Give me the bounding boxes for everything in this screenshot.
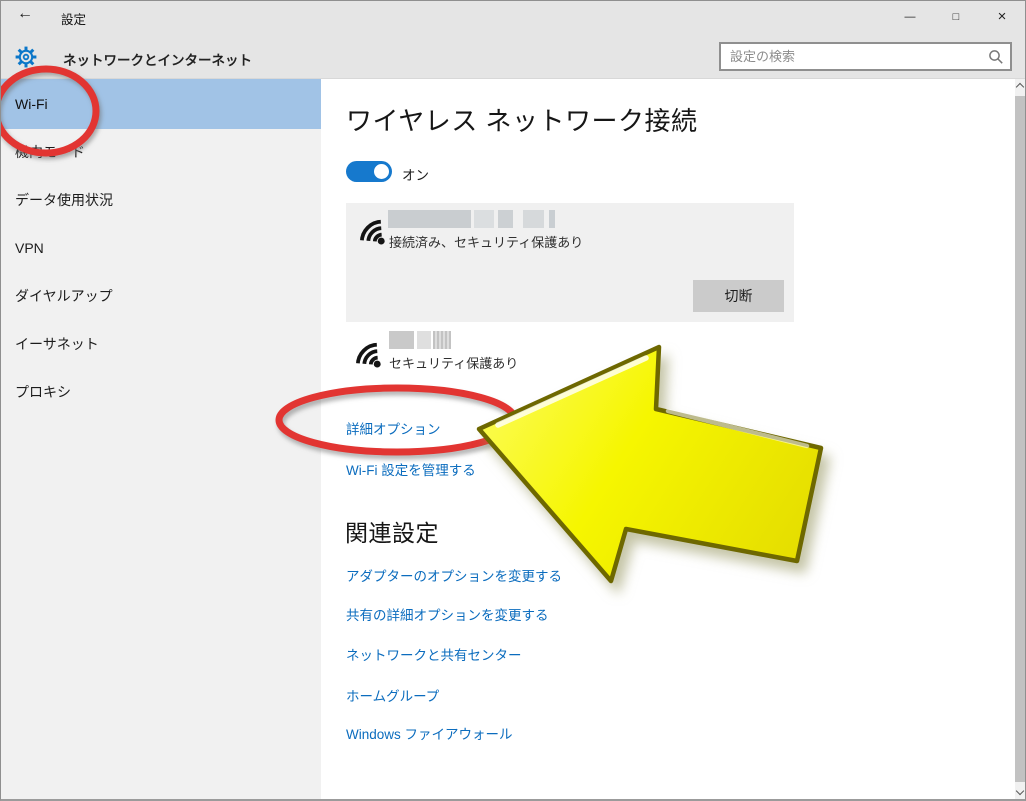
gear-icon xyxy=(15,46,37,68)
sidebar-item-data-usage[interactable]: データ使用状況 xyxy=(15,192,113,209)
page-title: ワイヤレス ネットワーク接続 xyxy=(346,106,698,136)
settings-window: ← 設定 — □ × ネットワークとインターネット 設定の検索 Wi-Fi 機内… xyxy=(0,0,1026,801)
network-status: 接続済み、セキュリティ保護あり xyxy=(389,235,584,250)
wifi-toggle[interactable] xyxy=(346,161,392,182)
network-status: セキュリティ保護あり xyxy=(389,356,519,371)
page-breadcrumb: ネットワークとインターネット xyxy=(63,53,252,68)
vertical-scrollbar[interactable] xyxy=(1015,79,1025,799)
search-input[interactable] xyxy=(721,44,1010,69)
sidebar-item-dialup[interactable]: ダイヤルアップ xyxy=(15,288,113,305)
connected-network-item[interactable]: 接続済み、セキュリティ保護あり 切断 xyxy=(346,203,794,322)
network-sharing-center-link[interactable]: ネットワークと共有センター xyxy=(346,644,522,664)
sidebar-item-label: Wi-Fi xyxy=(15,96,48,112)
change-sharing-options-link[interactable]: 共有の詳細オプションを変更する xyxy=(346,604,549,624)
disconnect-button[interactable]: 切断 xyxy=(693,280,784,312)
toggle-knob xyxy=(374,164,389,179)
ssid-redacted xyxy=(388,210,555,228)
wifi-toggle-state-label: オン xyxy=(402,168,429,183)
change-adapter-options-link[interactable]: アダプターのオプションを変更する xyxy=(346,565,562,585)
windows-firewall-link[interactable]: Windows ファイアウォール xyxy=(346,723,513,743)
window-title: 設定 xyxy=(61,13,87,27)
scroll-down-icon[interactable] xyxy=(1015,786,1025,796)
sidebar-item-proxy[interactable]: プロキシ xyxy=(15,384,71,401)
ssid-redacted xyxy=(389,331,451,349)
minimize-button[interactable]: — xyxy=(887,1,933,32)
close-button[interactable]: × xyxy=(979,1,1025,32)
search-icon[interactable] xyxy=(988,49,1004,65)
advanced-options-link[interactable]: 詳細オプション xyxy=(346,418,441,438)
manage-wifi-settings-link[interactable]: Wi-Fi 設定を管理する xyxy=(346,459,476,479)
sidebar-item-vpn[interactable]: VPN xyxy=(15,240,44,257)
back-button[interactable]: ← xyxy=(17,5,33,23)
scroll-up-icon[interactable] xyxy=(1015,82,1025,92)
homegroup-link[interactable]: ホームグループ xyxy=(346,685,439,705)
maximize-button[interactable]: □ xyxy=(933,1,979,32)
sidebar: Wi-Fi 機内モード データ使用状況 VPN ダイヤルアップ イーサネット プ… xyxy=(1,79,321,799)
sidebar-item-airplane-mode[interactable]: 機内モード xyxy=(15,144,85,161)
titlebar: ← 設定 — □ × ネットワークとインターネット 設定の検索 xyxy=(1,1,1025,79)
wifi-signal-icon xyxy=(355,342,381,368)
sidebar-item-ethernet[interactable]: イーサネット xyxy=(15,336,99,353)
window-controls: — □ × xyxy=(887,1,1025,32)
settings-search[interactable] xyxy=(719,42,1012,71)
wifi-signal-icon xyxy=(359,219,385,245)
related-settings-heading: 関連設定 xyxy=(345,520,439,546)
scrollbar-thumb[interactable] xyxy=(1015,96,1025,782)
sidebar-item-wifi[interactable]: Wi-Fi xyxy=(1,79,321,129)
